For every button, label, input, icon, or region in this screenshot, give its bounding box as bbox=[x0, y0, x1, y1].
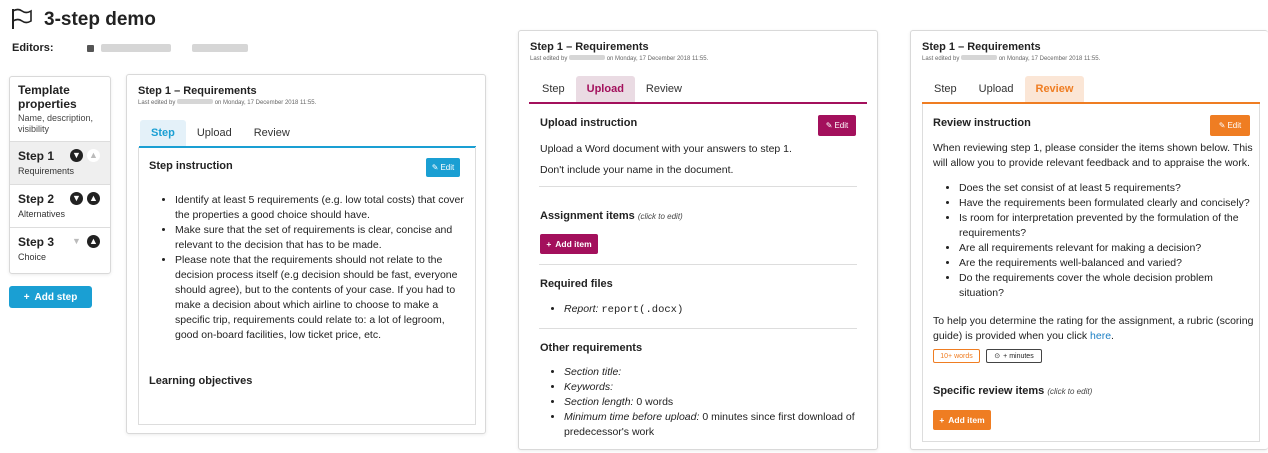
list-item: Have the requirements been formulated cl… bbox=[959, 196, 1253, 211]
edit-icon: ✎ bbox=[825, 121, 833, 130]
list-item: Report: report(.docx) bbox=[564, 302, 683, 318]
rubric-text: To help you determine the rating for the… bbox=[933, 315, 1254, 342]
step-content: Step instruction ✎Edit Identify at least… bbox=[138, 147, 476, 425]
step-instruction-list: Identify at least 5 requirements (e.g. l… bbox=[151, 193, 469, 343]
tab-review[interactable]: Review bbox=[635, 76, 693, 102]
flag-icon bbox=[10, 8, 34, 30]
tab-step[interactable]: Step bbox=[140, 120, 186, 146]
plus-icon: + bbox=[23, 291, 30, 303]
editors-row: Editors: bbox=[12, 42, 248, 54]
review-content: Review instruction ✎ Edit When reviewing … bbox=[922, 104, 1260, 442]
rubric-link[interactable]: here bbox=[1090, 330, 1111, 342]
clock-icon: ⊙ bbox=[994, 353, 1001, 360]
required-files-list: Report: report(.docx) bbox=[540, 302, 683, 318]
add-item-button[interactable]: + Add item bbox=[540, 234, 598, 254]
review-panel: Step 1 – Requirements Last edited by on … bbox=[910, 30, 1268, 450]
divider bbox=[539, 186, 857, 187]
list-item: Do the requirements cover the whole deci… bbox=[959, 271, 1253, 301]
tab-step[interactable]: Step bbox=[531, 76, 576, 102]
edit-icon: ✎ bbox=[1218, 121, 1226, 130]
editor-name bbox=[191, 44, 248, 53]
learning-objectives-title: Learning objectives bbox=[149, 375, 253, 387]
add-step-button[interactable]: + Add step bbox=[9, 286, 92, 308]
tab-step[interactable]: Step bbox=[923, 76, 968, 102]
editors-label: Editors: bbox=[12, 42, 54, 54]
review-criteria-list: Does the set consist of at least 5 requi… bbox=[935, 181, 1253, 301]
list-item: Keywords: bbox=[564, 380, 858, 395]
sidebar-step-3[interactable]: Step 3 Choice ▼ ▲ bbox=[10, 228, 110, 271]
upload-panel: Step 1 – Requirements Last edited by on … bbox=[518, 30, 878, 450]
edit-button[interactable]: ✎ Edit bbox=[818, 115, 856, 136]
tab-upload[interactable]: Upload bbox=[575, 76, 635, 102]
assignment-items-title: Assignment items (click to edit) bbox=[540, 210, 683, 222]
review-intro: When reviewing step 1, please consider t… bbox=[933, 142, 1253, 169]
divider bbox=[539, 328, 857, 329]
upload-instruction-title: Upload instruction bbox=[540, 117, 638, 129]
list-item: Minimum time before upload: 0 minutes si… bbox=[564, 410, 858, 440]
list-item: Please note that the requirements should… bbox=[175, 253, 469, 343]
panel-title: Step 1 – Requirements bbox=[138, 85, 257, 97]
sidebar-step-1[interactable]: Step 1 Requirements ▼ ▲ bbox=[10, 142, 110, 185]
move-up-icon: ▲ bbox=[87, 149, 100, 162]
list-item: Is room for interpretation prevented by … bbox=[959, 211, 1253, 241]
edit-button[interactable]: ✎ Edit bbox=[1210, 115, 1250, 136]
add-step-label: Add step bbox=[34, 291, 78, 303]
required-files-title: Required files bbox=[540, 278, 613, 290]
step-desc: Choice bbox=[18, 252, 47, 262]
plus-icon: + bbox=[939, 415, 945, 425]
move-down-icon[interactable]: ▼ bbox=[70, 192, 83, 205]
plus-icon: + bbox=[546, 239, 552, 249]
sidebar-step-2[interactable]: Step 2 Alternatives ▼ ▲ bbox=[10, 185, 110, 228]
list-item: Section length: 0 words bbox=[564, 395, 858, 410]
panel-title: Step 1 – Requirements bbox=[922, 41, 1041, 53]
editor-name bbox=[100, 44, 171, 53]
list-item: Does the set consist of at least 5 requi… bbox=[959, 181, 1253, 196]
divider bbox=[539, 264, 857, 265]
upload-text-2: Don't include your name in the document. bbox=[540, 164, 734, 176]
list-item: Make sure that the set of requirements i… bbox=[175, 223, 469, 253]
move-up-icon[interactable]: ▲ bbox=[87, 235, 100, 248]
panel-title: Step 1 – Requirements bbox=[530, 41, 649, 53]
list-item: Are all requirements relevant for making… bbox=[959, 241, 1253, 256]
minutes-badge: ⊙ + minutes bbox=[986, 349, 1042, 363]
move-down-icon[interactable]: ▼ bbox=[70, 149, 83, 162]
panel-subtitle: Last edited by on Monday, 17 December 20… bbox=[138, 99, 317, 106]
other-requirements-list: Section title: Keywords: Section length:… bbox=[540, 365, 858, 440]
step-desc: Alternatives bbox=[18, 209, 66, 219]
words-badge: 10+ words bbox=[933, 349, 980, 363]
edit-button[interactable]: ✎ Edit bbox=[426, 158, 460, 177]
review-instruction-title: Review instruction bbox=[933, 117, 1031, 129]
page-title: 3-step demo bbox=[44, 9, 156, 30]
add-review-item-button[interactable]: + Add item bbox=[933, 410, 991, 430]
other-requirements-title: Other requirements bbox=[540, 342, 643, 354]
tab-review[interactable]: Review bbox=[243, 120, 301, 146]
panel-subtitle: Last edited by on Monday, 17 December 20… bbox=[922, 55, 1101, 62]
list-item: Identify at least 5 requirements (e.g. l… bbox=[175, 193, 469, 223]
edit-icon: ✎ bbox=[431, 163, 439, 172]
list-item: Section title: bbox=[564, 365, 858, 380]
tab-upload[interactable]: Upload bbox=[186, 120, 243, 146]
template-properties-title: Template properties bbox=[18, 83, 77, 111]
tab-upload[interactable]: Upload bbox=[968, 76, 1025, 102]
list-item: Are the requirements well-balanced and v… bbox=[959, 256, 1253, 271]
template-properties[interactable]: Template properties Name, description, v… bbox=[10, 77, 110, 142]
step-panel: Step 1 – Requirements Last edited by on … bbox=[126, 74, 486, 434]
tab-review[interactable]: Review bbox=[1024, 76, 1085, 102]
step-desc: Requirements bbox=[18, 166, 75, 176]
template-properties-subtitle: Name, description, visibility bbox=[18, 113, 94, 134]
move-down-icon: ▼ bbox=[70, 235, 83, 248]
upload-content: Upload instruction ✎ Edit Upload a Word d… bbox=[529, 104, 867, 446]
template-sidebar: Template properties Name, description, v… bbox=[9, 76, 111, 274]
upload-text-1: Upload a Word document with your answers… bbox=[540, 143, 792, 155]
panel-subtitle: Last edited by on Monday, 17 December 20… bbox=[530, 55, 709, 62]
editor-avatar-icon bbox=[86, 44, 94, 52]
specific-review-items-title: Specific review items (click to edit) bbox=[933, 385, 1093, 397]
step-instruction-title: Step instruction bbox=[149, 160, 233, 172]
move-up-icon[interactable]: ▲ bbox=[87, 192, 100, 205]
